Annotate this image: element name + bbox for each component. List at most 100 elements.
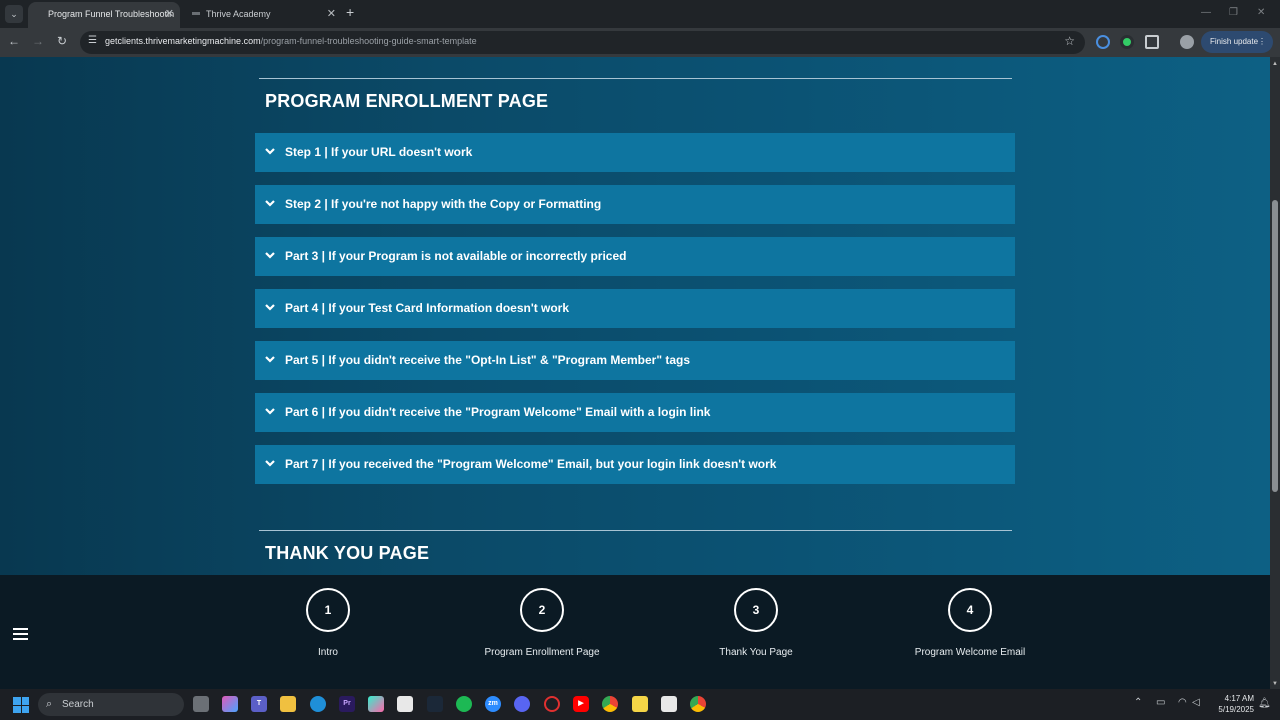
windows-start-icon[interactable] bbox=[13, 697, 29, 713]
finish-update-button[interactable]: Finish update ⋮ bbox=[1201, 31, 1273, 53]
tab-thrive-academy[interactable]: Thrive Academy ✕ bbox=[186, 2, 336, 28]
search-icon: ⌕ bbox=[46, 698, 53, 710]
step-number: 4 bbox=[948, 588, 992, 632]
new-tab-button[interactable]: + bbox=[346, 4, 354, 20]
address-bar[interactable]: ☰ getclients.thrivemarketingmachine.com/… bbox=[80, 31, 1085, 54]
extension-icon[interactable] bbox=[1096, 35, 1110, 49]
reload-button[interactable]: ↻ bbox=[54, 34, 70, 48]
photos-icon[interactable] bbox=[368, 696, 384, 712]
accordion-part-3[interactable]: Part 3 | If your Program is not availabl… bbox=[255, 237, 1015, 276]
sticky-notes-icon[interactable] bbox=[632, 696, 648, 712]
favicon-icon bbox=[192, 12, 200, 15]
search-label: Search bbox=[62, 699, 94, 710]
step-label: Program Enrollment Page bbox=[484, 647, 600, 658]
opera-icon[interactable] bbox=[544, 696, 560, 712]
accordion-step-1[interactable]: Step 1 | If your URL doesn't work bbox=[255, 133, 1015, 172]
step-label: Program Welcome Email bbox=[914, 647, 1026, 658]
accordion-label: Step 2 | If you're not happy with the Co… bbox=[285, 197, 602, 211]
teams-icon[interactable]: T bbox=[251, 696, 267, 712]
accordion-step-2[interactable]: Step 2 | If you're not happy with the Co… bbox=[255, 185, 1015, 224]
scroll-up-arrow[interactable]: ▲ bbox=[1270, 61, 1280, 67]
notification-bell-icon[interactable]: 🔔︎ bbox=[1258, 698, 1271, 709]
chrome-icon[interactable] bbox=[602, 696, 618, 712]
finish-update-label: Finish update bbox=[1210, 37, 1259, 46]
accordion-part-7[interactable]: Part 7 | If you received the "Program We… bbox=[255, 445, 1015, 484]
puzzle-icon[interactable] bbox=[1145, 35, 1159, 49]
page-content: PROGRAM ENROLLMENT PAGE Step 1 | If your… bbox=[0, 57, 1270, 575]
chevron-down-icon bbox=[265, 148, 275, 155]
chrome-profile-icon[interactable] bbox=[690, 696, 706, 712]
avatar[interactable] bbox=[1180, 35, 1194, 49]
site-info-icon[interactable]: ☰ bbox=[88, 35, 97, 46]
accordion-part-6[interactable]: Part 6 | If you didn't receive the "Prog… bbox=[255, 393, 1015, 432]
step-label: Intro bbox=[317, 647, 338, 658]
close-window-icon[interactable]: ✕ bbox=[1257, 7, 1265, 18]
chevron-up-icon[interactable]: ⌃ bbox=[1134, 697, 1142, 708]
chevron-down-icon bbox=[265, 356, 275, 363]
enrollment-section-title: PROGRAM ENROLLMENT PAGE bbox=[265, 91, 549, 111]
premiere-icon[interactable]: Pr bbox=[339, 696, 355, 712]
volume-icon[interactable]: ◁ bbox=[1192, 697, 1200, 708]
step-navigation: 1 Intro 2 Program Enrollment Page 3 Than… bbox=[0, 575, 1270, 689]
spotify-icon[interactable] bbox=[456, 696, 472, 712]
discord-icon[interactable] bbox=[514, 696, 530, 712]
tab-strip: ⌄ Program Funnel Troubleshootin ✕ Thrive… bbox=[0, 0, 1280, 28]
minimize-icon[interactable]: — bbox=[1201, 7, 1211, 18]
chevron-down-icon bbox=[265, 408, 275, 415]
thankyou-section-title: THANK YOU PAGE bbox=[265, 543, 430, 563]
clock-time: 4:17 AM bbox=[1224, 694, 1254, 703]
step-number: 3 bbox=[734, 588, 778, 632]
tab-search-button[interactable]: ⌄ bbox=[5, 5, 23, 23]
close-tab-icon[interactable]: ✕ bbox=[327, 2, 336, 26]
file-explorer-icon[interactable] bbox=[280, 696, 296, 712]
forward-button[interactable]: → bbox=[30, 34, 46, 48]
step-number: 1 bbox=[306, 588, 350, 632]
step-intro[interactable]: 1 Intro bbox=[248, 588, 408, 658]
accordion-part-4[interactable]: Part 4 | If your Test Card Information d… bbox=[255, 289, 1015, 328]
browser-toolbar: ← → ↻ ☰ getclients.thrivemarketingmachin… bbox=[0, 28, 1280, 57]
section-divider bbox=[259, 78, 1012, 79]
youtube-icon[interactable]: ▶ bbox=[573, 696, 589, 712]
step-welcome-email[interactable]: 4 Program Welcome Email bbox=[890, 588, 1050, 658]
step-number: 2 bbox=[520, 588, 564, 632]
wifi-icon[interactable]: ◠ bbox=[1178, 697, 1187, 708]
grammarly-icon[interactable] bbox=[1120, 35, 1134, 49]
bookmark-star-icon[interactable]: ☆ bbox=[1064, 34, 1075, 48]
tab-program-funnel[interactable]: Program Funnel Troubleshootin ✕ bbox=[28, 2, 180, 28]
store-icon[interactable] bbox=[397, 696, 413, 712]
snipping-tool-icon[interactable] bbox=[661, 696, 677, 712]
back-button[interactable]: ← bbox=[6, 34, 22, 48]
steam-icon[interactable] bbox=[427, 696, 443, 712]
page-scrollbar[interactable]: ▲ ▼ bbox=[1270, 57, 1280, 689]
accordion-part-5[interactable]: Part 5 | If you didn't receive the "Opt-… bbox=[255, 341, 1015, 380]
accordion-label: Step 1 | If your URL doesn't work bbox=[285, 145, 473, 159]
url-host: getclients.thrivemarketingmachine.com bbox=[105, 36, 261, 46]
step-program-enrollment[interactable]: 2 Program Enrollment Page bbox=[462, 588, 622, 658]
task-view-icon[interactable] bbox=[193, 696, 209, 712]
url-path: /program-funnel-troubleshooting-guide-sm… bbox=[260, 36, 477, 46]
system-clock[interactable]: 4:17 AM 5/19/2025 bbox=[1210, 693, 1254, 715]
url-text: getclients.thrivemarketingmachine.com/pr… bbox=[105, 36, 477, 46]
scroll-down-arrow[interactable]: ▼ bbox=[1270, 681, 1280, 687]
close-tab-icon[interactable]: ✕ bbox=[165, 2, 174, 26]
step-label: Thank You Page bbox=[719, 647, 793, 658]
zoom-icon[interactable]: zm bbox=[485, 696, 501, 712]
kebab-menu-icon[interactable]: ⋮ bbox=[1258, 31, 1266, 53]
chevron-down-icon bbox=[265, 252, 275, 259]
accordion-label: Part 3 | If your Program is not availabl… bbox=[285, 249, 627, 263]
scrollbar-thumb[interactable] bbox=[1272, 200, 1278, 492]
battery-icon[interactable]: ▭ bbox=[1156, 697, 1165, 708]
restore-icon[interactable]: ❐ bbox=[1229, 7, 1238, 18]
taskbar-search-box[interactable]: ⌕ Search bbox=[38, 693, 184, 716]
accordion-label: Part 4 | If your Test Card Information d… bbox=[285, 301, 570, 315]
chevron-down-icon bbox=[265, 460, 275, 467]
windows-taskbar: ⌕ Search T Pr zm ▶ ⌃ ▭ ◠ ◁ 4:17 AM 5/19/… bbox=[0, 689, 1280, 720]
hamburger-menu-icon[interactable] bbox=[13, 628, 28, 640]
accordion-label: Part 6 | If you didn't receive the "Prog… bbox=[285, 405, 711, 419]
edge-icon[interactable] bbox=[310, 696, 326, 712]
clock-date: 5/19/2025 bbox=[1218, 705, 1254, 714]
step-thank-you[interactable]: 3 Thank You Page bbox=[676, 588, 836, 658]
copilot-icon[interactable] bbox=[222, 696, 238, 712]
chevron-down-icon bbox=[265, 304, 275, 311]
section-divider bbox=[259, 530, 1012, 531]
